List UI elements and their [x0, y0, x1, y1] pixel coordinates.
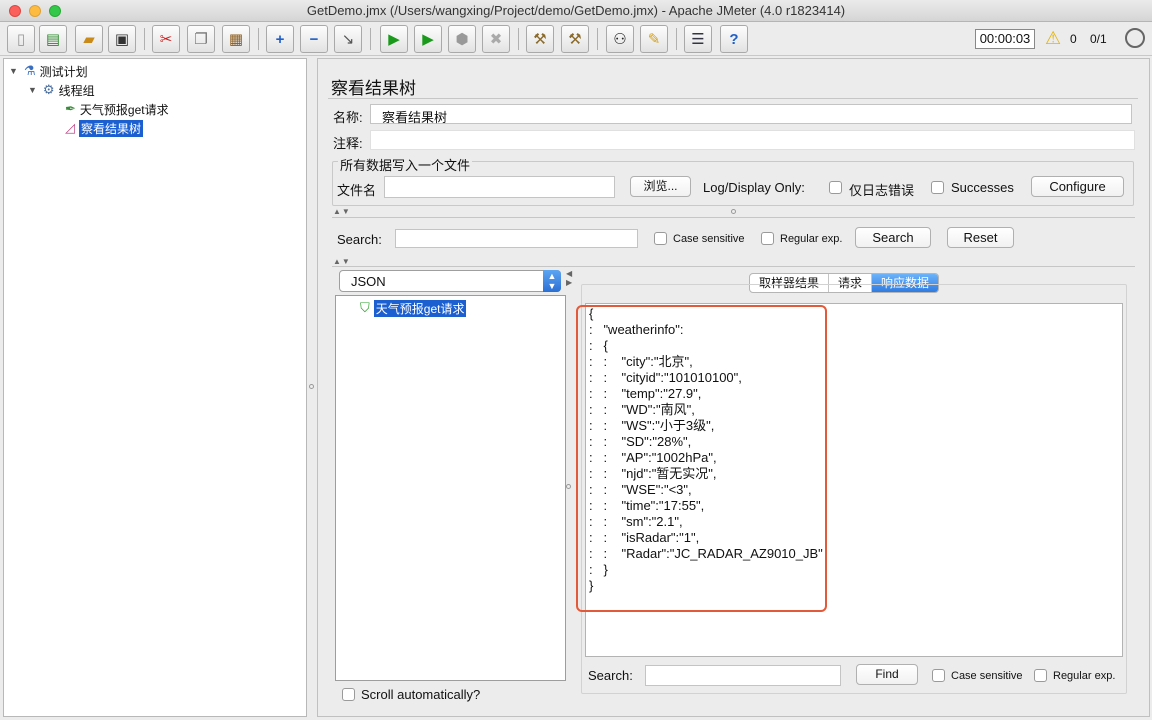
main-splitter[interactable]	[309, 58, 315, 717]
tree-node-label: 天气预报get请求	[79, 102, 169, 117]
title-bar: GetDemo.jmx (/Users/wangxing/Project/dem…	[0, 0, 1152, 22]
comment-field[interactable]	[370, 130, 1135, 150]
collapse-arrows[interactable]: ◀ ▶	[566, 269, 573, 287]
pipette-icon: ✒	[65, 101, 76, 116]
clear-icon[interactable]: ⚒	[526, 25, 554, 53]
cut-icon[interactable]: ✂	[152, 25, 180, 53]
scroll-automatically-checkbox[interactable]	[342, 688, 355, 701]
errors-only-checkbox[interactable]	[829, 181, 842, 194]
gear-icon: ⚙	[42, 82, 55, 97]
warning-icon[interactable]: ⚠	[1045, 28, 1061, 49]
find-regular-exp-checkbox[interactable]	[1034, 669, 1047, 682]
renderer-select[interactable]: JSON ▲ ▼	[339, 270, 561, 292]
filename-field[interactable]	[384, 176, 615, 198]
name-label: 名称:	[333, 110, 363, 125]
elapsed-timer: 00:00:03	[975, 29, 1035, 49]
paste-icon[interactable]: ▦	[222, 25, 250, 53]
page-title: 察看结果树	[331, 79, 416, 98]
start-icon[interactable]: ▶	[380, 25, 408, 53]
help-icon[interactable]: ?	[720, 25, 748, 53]
tree-node-label: 线程组	[58, 83, 95, 98]
view-results-tree-panel: 察看结果树 名称: 察看结果树 注释: 所有数据写入一个文件 文件名 浏览...…	[317, 58, 1150, 717]
start-no-pause-icon[interactable]: ▶	[414, 25, 442, 53]
collapse-icon[interactable]: −	[300, 25, 328, 53]
comment-label: 注释:	[333, 136, 363, 151]
save-icon[interactable]: ▣	[108, 25, 136, 53]
expand-arrow-icon[interactable]: ▼	[28, 85, 37, 95]
find-search-label: Search:	[588, 668, 633, 683]
find-regular-exp-label: Regular exp.	[1053, 670, 1116, 682]
copy-icon[interactable]: ❐	[187, 25, 215, 53]
search-button[interactable]: Search	[855, 227, 931, 248]
case-sensitive-checkbox[interactable]	[654, 232, 667, 245]
tree-node-listener[interactable]: ◿ 察看结果树	[65, 119, 144, 137]
tree-node-label: 察看结果树	[79, 119, 144, 137]
annotation-highlight-box	[576, 305, 827, 612]
find-case-sensitive-label: Case sensitive	[951, 670, 1023, 682]
toolbar: ▯ ▤ ▰ ▣ ✂ ❐ ▦ + − ↘ ▶ ▶ ⬢ ✖ ⚒ ⚒ ⚇ ✎ ☰ ? …	[0, 22, 1152, 56]
splitter-arrows[interactable]: ▲▼	[333, 257, 351, 266]
filename-label: 文件名	[337, 183, 377, 198]
jmeter-window: GetDemo.jmx (/Users/wangxing/Project/dem…	[0, 0, 1152, 720]
log-display-label: Log/Display Only:	[703, 180, 805, 195]
chevron-updown-icon: ▲ ▼	[543, 270, 561, 292]
reset-search-icon[interactable]: ✎	[640, 25, 668, 53]
warning-count: 0	[1070, 32, 1077, 46]
templates-icon[interactable]: ▤	[39, 25, 67, 53]
scroll-automatically-label: Scroll automatically?	[361, 687, 481, 702]
shutdown-icon[interactable]: ✖	[482, 25, 510, 53]
case-sensitive-label: Case sensitive	[673, 233, 745, 245]
regular-exp-checkbox[interactable]	[761, 232, 774, 245]
expand-arrow-icon[interactable]: ▼	[9, 66, 18, 76]
tree-node-test-plan[interactable]: ▼ ⚗ 测试计划	[9, 62, 88, 80]
successes-checkbox[interactable]	[931, 181, 944, 194]
open-icon[interactable]: ▰	[75, 25, 103, 53]
flask-icon: ⚗	[23, 63, 36, 78]
regular-exp-label: Regular exp.	[780, 233, 843, 245]
stop-icon[interactable]: ⬢	[448, 25, 476, 53]
clear-all-icon[interactable]: ⚒	[561, 25, 589, 53]
chart-icon: ◿	[65, 120, 75, 135]
tree-node-thread-group[interactable]: ▼ ⚙ 线程组	[28, 81, 95, 99]
active-threads: 0/1	[1090, 32, 1107, 46]
toggle-icon[interactable]: ↘	[334, 25, 362, 53]
splitter-arrows[interactable]: ▲▼	[333, 207, 351, 216]
new-icon[interactable]: ▯	[7, 25, 35, 53]
name-field[interactable]: 察看结果树	[370, 104, 1132, 125]
search-label: Search:	[337, 232, 382, 247]
reset-button[interactable]: Reset	[947, 227, 1014, 248]
find-search-input[interactable]	[645, 665, 841, 686]
successes-label: Successes	[951, 180, 1014, 195]
tree-node-label: 测试计划	[39, 64, 88, 79]
browse-button[interactable]: 浏览...	[630, 176, 691, 197]
function-helper-icon[interactable]: ☰	[684, 25, 712, 53]
expand-icon[interactable]: +	[266, 25, 294, 53]
sample-results-tree[interactable]: ⛉ 天气预报get请求	[335, 295, 566, 681]
tree-node-sampler[interactable]: ✒ 天气预报get请求	[65, 100, 169, 118]
search-icon[interactable]: ⚇	[606, 25, 634, 53]
find-case-sensitive-checkbox[interactable]	[932, 669, 945, 682]
success-shield-icon: ⛉	[360, 300, 370, 315]
configure-button[interactable]: Configure	[1031, 176, 1124, 197]
find-button[interactable]: Find	[856, 664, 918, 685]
remote-engines-icon[interactable]	[1125, 28, 1145, 48]
window-title: GetDemo.jmx (/Users/wangxing/Project/dem…	[306, 3, 846, 18]
search-input[interactable]	[395, 229, 638, 248]
errors-only-label: 仅日志错误	[849, 183, 915, 198]
sample-result-item[interactable]: ⛉ 天气预报get请求	[360, 299, 467, 317]
test-plan-tree[interactable]: ▼ ⚗ 测试计划 ▼ ⚙ 线程组 ✒ 天气预报get请求 ◿ 察看结果树	[3, 58, 307, 717]
file-group-title: 所有数据写入一个文件	[338, 155, 473, 174]
